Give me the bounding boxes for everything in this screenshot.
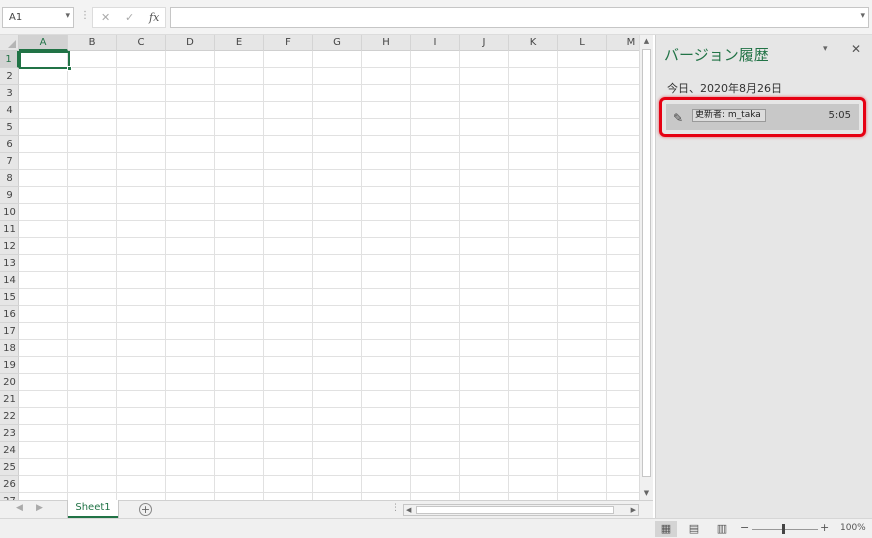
tab-prev-icon[interactable]: ◀ <box>16 503 23 513</box>
page-layout-icon[interactable]: ▤ <box>683 521 705 537</box>
row-header-23[interactable]: 23 <box>0 425 19 442</box>
split-handle-icon[interactable]: ⋮ <box>391 503 400 513</box>
row-header-17[interactable]: 17 <box>0 323 19 340</box>
row-header-26[interactable]: 26 <box>0 476 19 493</box>
scroll-down-icon[interactable]: ▼ <box>642 489 651 498</box>
active-cell[interactable] <box>19 51 72 71</box>
scroll-up-icon[interactable]: ▲ <box>642 37 651 46</box>
row-header-14[interactable]: 14 <box>0 272 19 289</box>
worksheet-grid: ABCDEFGHIJKLM 1 2 3 4 5 6 7 8 9 10 11 12 13 14 15 16 17 1… <box>0 35 653 500</box>
version-history-pane: バージョン履歴 ▾ ✕ 今日、2020年8月26日 ✎ 更新者: m_taka … <box>655 35 872 518</box>
row-header-6[interactable]: 6 <box>0 136 19 153</box>
column-headers: ABCDEFGHIJKLM <box>19 35 653 51</box>
row-header-18[interactable]: 18 <box>0 340 19 357</box>
row-header-1[interactable]: 1 <box>0 51 19 68</box>
column-header-g[interactable]: G <box>313 35 362 51</box>
row-header-5[interactable]: 5 <box>0 119 19 136</box>
chevron-down-icon[interactable]: ▾ <box>65 11 70 21</box>
column-header-b[interactable]: B <box>68 35 117 51</box>
cell-area[interactable] <box>19 51 639 500</box>
select-all-icon <box>8 40 16 48</box>
version-item[interactable]: ✎ 更新者: m_taka 5:05 <box>659 97 866 137</box>
row-header-24[interactable]: 24 <box>0 442 19 459</box>
scroll-left-icon[interactable]: ◀ <box>406 505 411 515</box>
version-item-body[interactable]: ✎ 更新者: m_taka 5:05 <box>666 104 859 130</box>
formula-buttons: ✕ ✓ fx <box>92 7 166 28</box>
pencil-icon: ✎ <box>673 111 684 125</box>
column-header-e[interactable]: E <box>215 35 264 51</box>
status-bar: ▦ ▤ ▥ − + 100% <box>0 518 872 538</box>
row-header-20[interactable]: 20 <box>0 374 19 391</box>
page-break-preview-icon[interactable]: ▥ <box>711 521 733 537</box>
row-header-15[interactable]: 15 <box>0 289 19 306</box>
column-header-c[interactable]: C <box>117 35 166 51</box>
version-author: 更新者: m_taka <box>692 109 766 122</box>
zoom-out-button[interactable]: − <box>740 521 749 534</box>
row-header-2[interactable]: 2 <box>0 68 19 85</box>
sheet-tab-sheet1[interactable]: Sheet1 <box>68 500 118 518</box>
column-header-j[interactable]: J <box>460 35 509 51</box>
chevron-down-icon[interactable]: ▾ <box>860 11 865 21</box>
column-header-l[interactable]: L <box>558 35 607 51</box>
name-box[interactable]: A1 ▾ <box>2 7 74 28</box>
normal-view-icon[interactable]: ▦ <box>655 521 677 537</box>
row-header-7[interactable]: 7 <box>0 153 19 170</box>
formula-input[interactable]: ▾ <box>170 7 869 28</box>
select-all-button[interactable] <box>0 35 19 51</box>
zoom-slider-thumb[interactable] <box>782 524 786 534</box>
scroll-right-icon[interactable]: ▶ <box>631 505 636 515</box>
row-header-3[interactable]: 3 <box>0 85 19 102</box>
row-header-4[interactable]: 4 <box>0 102 19 119</box>
row-header-8[interactable]: 8 <box>0 170 19 187</box>
tab-next-icon[interactable]: ▶ <box>36 503 43 513</box>
row-header-13[interactable]: 13 <box>0 255 19 272</box>
row-header-16[interactable]: 16 <box>0 306 19 323</box>
add-sheet-icon[interactable]: + <box>139 503 152 516</box>
pane-options-icon[interactable]: ▾ <box>823 44 828 54</box>
row-headers: 1 2 3 4 5 6 7 8 9 10 11 12 13 14 15 16 17 18 19 20 21 22 23 24 2… <box>0 51 19 500</box>
version-time: 5:05 <box>828 110 851 121</box>
sheet-tab-bar: ◀ ▶ Sheet1 + ⋮ ◀ ▶ <box>0 500 653 518</box>
version-date-heading: 今日、2020年8月26日 <box>667 82 782 95</box>
close-icon[interactable]: ✕ <box>851 42 861 56</box>
row-header-11[interactable]: 11 <box>0 221 19 238</box>
row-header-22[interactable]: 22 <box>0 408 19 425</box>
column-header-i[interactable]: I <box>411 35 460 51</box>
column-header-d[interactable]: D <box>166 35 215 51</box>
fill-handle[interactable] <box>67 66 72 71</box>
drag-handle-icon[interactable]: ⋮ <box>80 10 90 21</box>
row-header-10[interactable]: 10 <box>0 204 19 221</box>
insert-function-icon[interactable]: fx <box>149 11 159 24</box>
column-header-h[interactable]: H <box>362 35 411 51</box>
row-header-19[interactable]: 19 <box>0 357 19 374</box>
horizontal-scroll-thumb[interactable] <box>416 506 614 514</box>
row-header-27[interactable]: 27 <box>0 493 19 500</box>
column-header-f[interactable]: F <box>264 35 313 51</box>
zoom-in-button[interactable]: + <box>820 521 829 534</box>
column-header-k[interactable]: K <box>509 35 558 51</box>
vertical-scroll-thumb[interactable] <box>642 49 651 477</box>
row-header-21[interactable]: 21 <box>0 391 19 408</box>
row-header-25[interactable]: 25 <box>0 459 19 476</box>
name-box-value: A1 <box>9 12 23 23</box>
enter-icon[interactable]: ✓ <box>125 11 134 24</box>
pane-title: バージョン履歴 <box>664 46 769 64</box>
horizontal-scrollbar[interactable]: ◀ ▶ <box>403 504 639 516</box>
zoom-level[interactable]: 100% <box>840 523 866 533</box>
row-header-12[interactable]: 12 <box>0 238 19 255</box>
formula-bar: A1 ▾ ⋮ ✕ ✓ fx ▾ <box>0 0 872 35</box>
row-header-9[interactable]: 9 <box>0 187 19 204</box>
vertical-scrollbar[interactable]: ▲ ▼ <box>639 35 653 500</box>
column-header-a[interactable]: A <box>19 35 68 51</box>
cancel-icon[interactable]: ✕ <box>101 11 110 24</box>
